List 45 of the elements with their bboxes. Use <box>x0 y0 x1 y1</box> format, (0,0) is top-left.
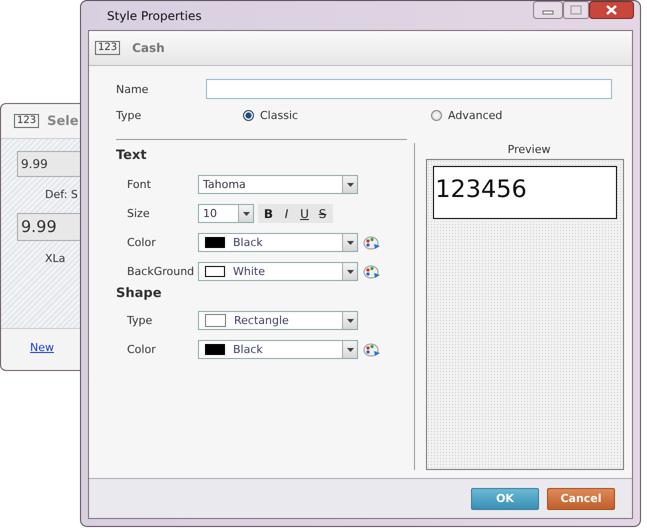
color-label: Color <box>127 343 157 356</box>
text-style-button[interactable]: B <box>262 206 275 220</box>
window-title: Style Properties <box>107 9 202 23</box>
dropdown-arrow-icon <box>346 240 354 246</box>
field-label: XLa <box>44 251 66 267</box>
section-heading: Shape <box>116 286 163 303</box>
text-style-button[interactable]: I <box>280 206 293 220</box>
palette-icon[interactable] <box>363 264 381 280</box>
radio-button[interactable]: Classic <box>243 108 298 122</box>
close-icon[interactable] <box>589 1 634 19</box>
field-label: Def: S <box>44 187 79 203</box>
size-dropdown[interactable]: 10 <box>198 204 254 223</box>
window-title: Sele <box>47 114 79 128</box>
preview-label: Preview <box>506 143 552 158</box>
font-label: Font <box>127 178 152 191</box>
radio-button[interactable]: Advanced <box>431 108 502 122</box>
palette-icon[interactable] <box>363 234 381 250</box>
color-dropdown[interactable]: White <box>198 262 358 281</box>
shape-dropdown[interactable]: Rectangle <box>198 311 358 330</box>
color-label: BackGround <box>127 265 196 278</box>
text-style-button[interactable]: U <box>298 206 311 220</box>
type-label: Type <box>127 314 154 327</box>
dropdown-arrow-icon <box>346 346 354 352</box>
color-label: Color <box>127 236 157 249</box>
name-label: Name <box>116 82 150 96</box>
new-link[interactable]: New <box>30 341 54 354</box>
palette-icon[interactable] <box>363 342 381 358</box>
size-label: Size <box>127 207 151 220</box>
number-badge: 123 <box>95 41 120 55</box>
font-dropdown[interactable]: Tahoma <box>198 175 358 194</box>
type-label: Type <box>116 108 142 122</box>
minimize-icon[interactable] <box>533 1 563 19</box>
style-title: Cash <box>132 41 165 55</box>
preview-sample: 123456 <box>433 166 618 219</box>
dropdown-arrow-icon <box>346 268 354 274</box>
maximize-icon[interactable] <box>563 1 589 19</box>
section-heading: Text <box>116 148 148 165</box>
color-dropdown[interactable]: Black <box>198 340 358 359</box>
number-badge: 123 <box>14 114 40 128</box>
color-dropdown[interactable]: Black <box>198 233 358 252</box>
dropdown-arrow-icon <box>346 318 354 324</box>
name-field[interactable] <box>206 79 612 99</box>
dropdown-arrow-icon <box>346 182 354 188</box>
text-style-button[interactable]: S <box>316 206 329 220</box>
dropdown-arrow-icon <box>242 210 250 216</box>
